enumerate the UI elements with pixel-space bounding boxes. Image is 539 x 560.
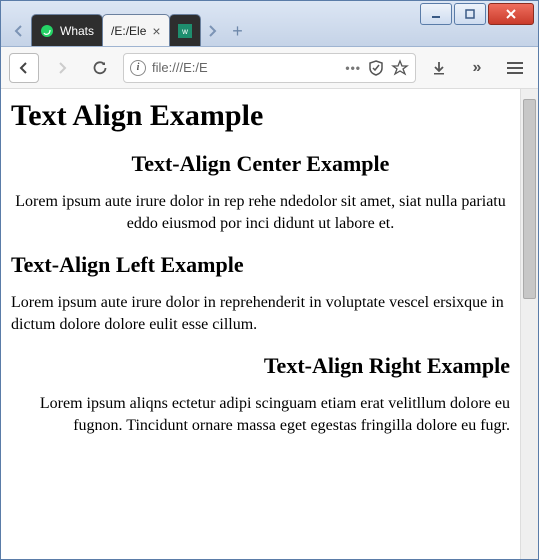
browser-window: Whats /E:/Ele × w + (0, 0, 539, 560)
page-content: Text Align Example Text-Align Center Exa… (1, 89, 520, 559)
overflow-button[interactable]: » (462, 53, 492, 83)
tracking-protection-icon[interactable] (367, 59, 385, 77)
page-title: Text Align Example (11, 99, 510, 133)
toolbar: i file:///E:/E ••• » (1, 47, 538, 89)
bookmark-icon[interactable] (391, 59, 409, 77)
url-text: file:///E:/E (152, 60, 339, 75)
section-heading: Text-Align Left Example (11, 252, 510, 278)
new-tab-button[interactable]: + (224, 16, 252, 46)
address-bar[interactable]: i file:///E:/E ••• (123, 53, 416, 83)
whatsapp-icon (40, 24, 54, 38)
tab-strip: Whats /E:/Ele × w + (7, 1, 418, 46)
section-heading: Text-Align Center Example (11, 151, 510, 177)
svg-text:w: w (181, 27, 188, 36)
downloads-button[interactable] (424, 53, 454, 83)
titlebar: Whats /E:/Ele × w + (1, 1, 538, 47)
page-actions-icon[interactable]: ••• (345, 61, 361, 75)
content-viewport: Text Align Example Text-Align Center Exa… (1, 89, 538, 559)
tab-active[interactable]: /E:/Ele × (102, 14, 170, 46)
forward-button[interactable] (47, 53, 77, 83)
maximize-button[interactable] (454, 3, 486, 25)
tab-close-icon[interactable]: × (152, 24, 160, 38)
menu-button[interactable] (500, 53, 530, 83)
site-info-icon[interactable]: i (130, 60, 146, 76)
tab-scroll-left[interactable] (7, 16, 31, 46)
site-icon: w (178, 24, 192, 38)
tab-scroll-right[interactable] (200, 16, 224, 46)
vertical-scrollbar[interactable] (520, 89, 538, 559)
reload-button[interactable] (85, 53, 115, 83)
tab-label: /E:/Ele (111, 24, 146, 38)
back-button[interactable] (9, 53, 39, 83)
window-controls (418, 1, 538, 46)
section-heading: Text-Align Right Example (11, 353, 510, 379)
tab-inactive[interactable]: Whats (31, 14, 103, 46)
window-close-button[interactable] (488, 3, 534, 25)
section-body: Lorem ipsum aute irure dolor in rep rehe… (11, 191, 510, 234)
tab-label: Whats (60, 24, 94, 38)
tab-overflow[interactable]: w (169, 14, 201, 46)
scrollbar-thumb[interactable] (523, 99, 536, 299)
section-body: Lorem ipsum aute irure dolor in reprehen… (11, 292, 510, 335)
section-body: Lorem ipsum aliqns ectetur adipi scingua… (11, 393, 510, 436)
minimize-button[interactable] (420, 3, 452, 25)
